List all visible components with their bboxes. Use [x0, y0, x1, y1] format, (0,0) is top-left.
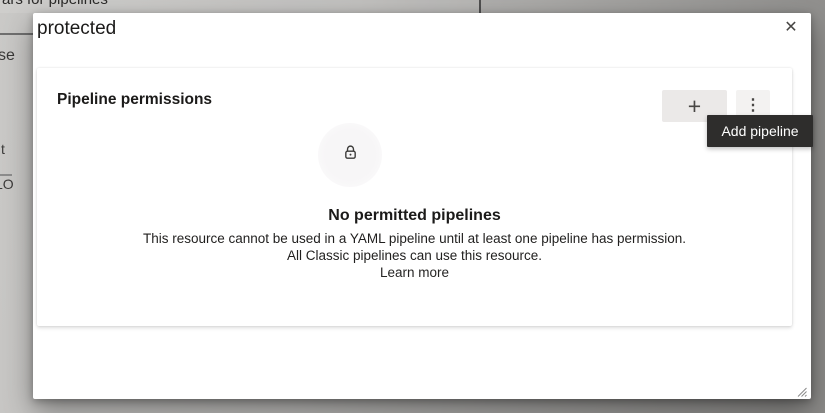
empty-state-text: No permitted pipelines This resource can…: [37, 207, 792, 282]
background-divider: [0, 33, 33, 35]
add-pipeline-tooltip: Add pipeline: [707, 115, 813, 147]
background-text-fragment: ars for pipelines: [2, 0, 108, 8]
empty-state-line1: This resource cannot be used in a YAML p…: [37, 230, 792, 247]
close-button[interactable]: ✕: [780, 17, 802, 39]
background-text-fragment: t: [1, 141, 5, 157]
lock-icon: [342, 144, 359, 166]
background-text-fragment: se: [0, 47, 15, 65]
pipeline-permissions-card: Pipeline permissions + ⋮ No permitted: [37, 68, 792, 326]
plus-icon: +: [688, 95, 701, 118]
resize-handle-icon[interactable]: [796, 384, 807, 395]
tooltip-label: Add pipeline: [721, 123, 798, 139]
screen: ars for pipelines se t LO protected ✕ Pi…: [0, 0, 825, 413]
empty-state-line2: All Classic pipelines can use this resou…: [37, 247, 792, 264]
card-heading: Pipeline permissions: [57, 91, 212, 109]
learn-more-link[interactable]: Learn more: [380, 264, 449, 281]
protected-resource-dialog: protected ✕ Pipeline permissions + ⋮: [33, 13, 811, 399]
background-column-divider: [479, 0, 481, 13]
empty-state-title: No permitted pipelines: [37, 207, 792, 225]
empty-state-illustration: [318, 123, 382, 187]
background-text-fragment: LO: [0, 176, 14, 192]
dialog-title: protected: [37, 18, 116, 40]
kebab-menu-icon: ⋮: [745, 98, 761, 114]
close-icon: ✕: [784, 17, 797, 39]
